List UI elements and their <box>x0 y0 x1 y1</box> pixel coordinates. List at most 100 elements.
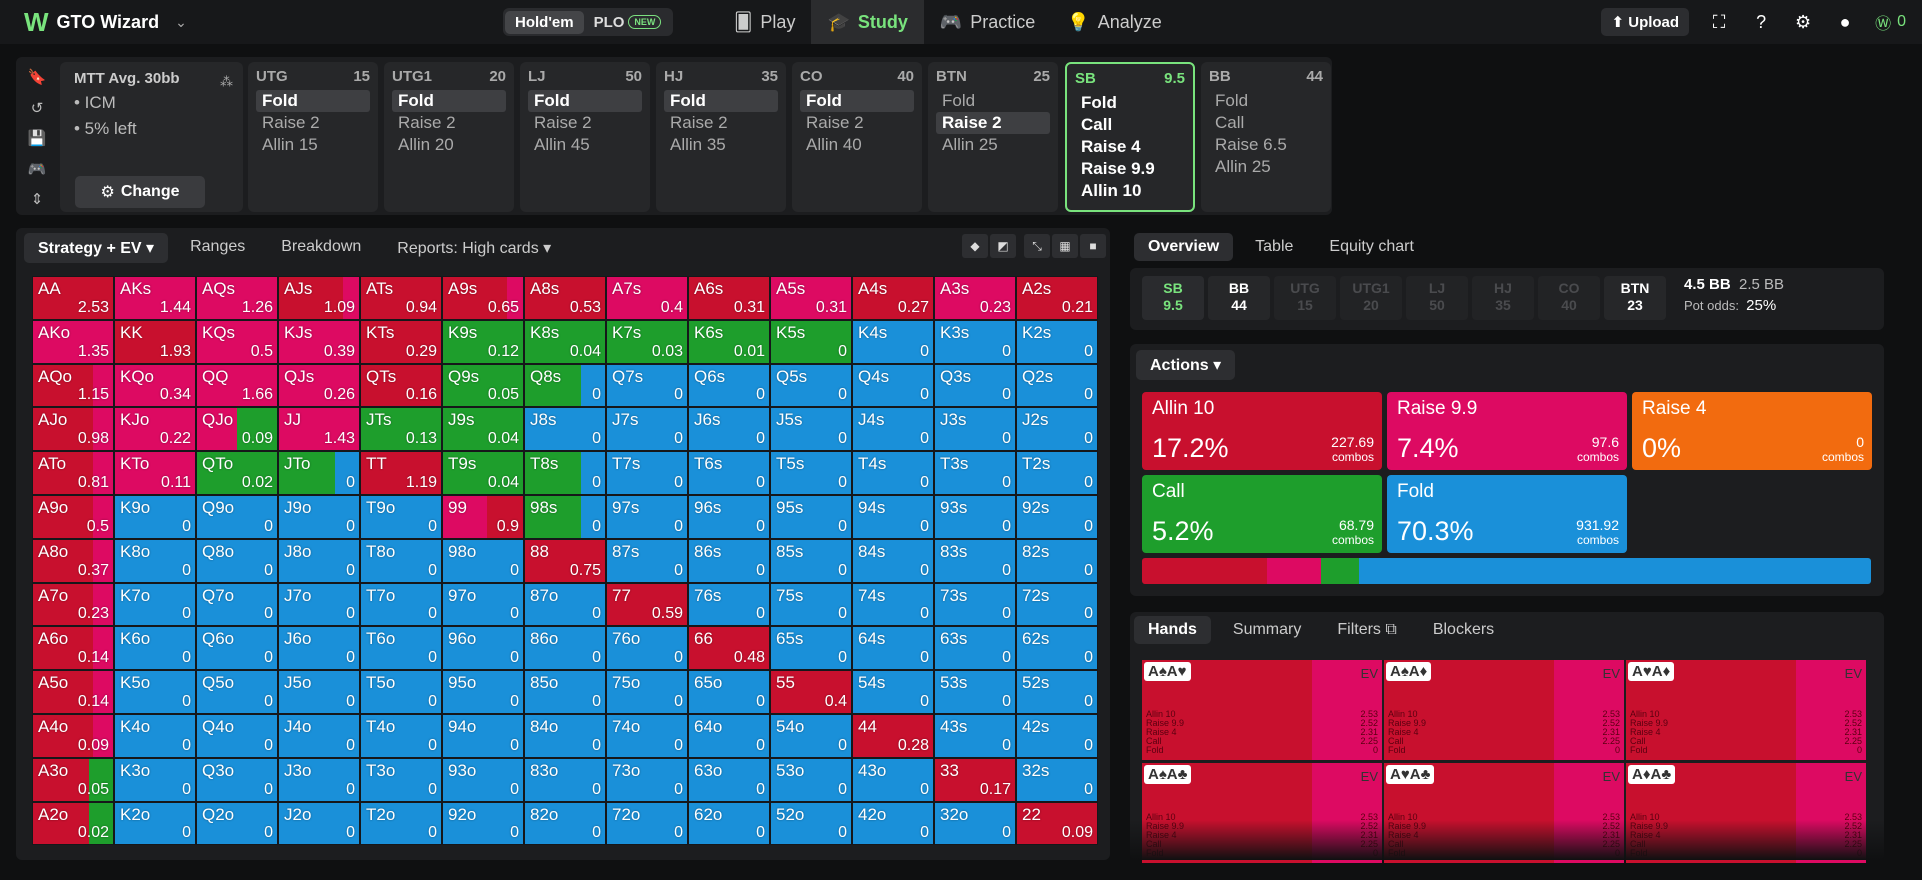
matrix-cell[interactable]: A5o 0.14 <box>32 670 114 714</box>
position-action[interactable]: Raise 2 <box>800 112 914 134</box>
square-icon[interactable]: ■ <box>1080 234 1106 258</box>
matrix-cell[interactable]: K9s 0.12 <box>442 319 524 364</box>
matrix-cell[interactable]: 66 0.48 <box>688 626 770 671</box>
upload-button[interactable]: ⬆ Upload <box>1601 8 1690 36</box>
stack-hj[interactable]: HJ 35 <box>1472 276 1534 320</box>
matrix-cell[interactable]: A7s 0.4 <box>606 276 688 320</box>
matrix-cell[interactable]: T3o 0 <box>360 757 442 802</box>
matrix-cell[interactable]: 65s 0 <box>770 626 852 671</box>
position-action[interactable]: Allin 25 <box>936 134 1050 156</box>
matrix-cell[interactable]: 53s 0 <box>934 670 1016 714</box>
matrix-cell[interactable]: 83s 0 <box>934 538 1016 583</box>
position-action[interactable]: Call <box>1075 114 1185 136</box>
tab-breakdown[interactable]: Breakdown <box>267 233 375 263</box>
matrix-cell[interactable]: ATs 0.94 <box>360 276 442 320</box>
matrix-cell[interactable]: A6o 0.14 <box>32 626 114 671</box>
matrix-cell[interactable]: K6o 0 <box>114 626 196 671</box>
tab-filters[interactable]: Filters ⧉ <box>1323 616 1410 644</box>
matrix-cell[interactable]: J6s 0 <box>688 407 770 452</box>
coin-balance[interactable]: Ⓦ 0 <box>1875 10 1906 34</box>
mode-plo[interactable]: PLO NEW <box>584 11 672 34</box>
matrix-cell[interactable]: AQs 1.26 <box>196 276 278 320</box>
position-action[interactable]: Fold <box>664 90 778 112</box>
matrix-cell[interactable]: K2s 0 <box>1016 319 1098 364</box>
matrix-cell[interactable]: AKs 1.44 <box>114 276 196 320</box>
matrix-cell[interactable]: A2o 0.02 <box>32 801 114 846</box>
matrix-cell[interactable]: AA 2.53 <box>32 276 114 320</box>
matrix-cell[interactable]: KTs 0.29 <box>360 319 442 364</box>
matrix-cell[interactable]: J4s 0 <box>852 407 934 452</box>
tab-blockers[interactable]: Blockers <box>1419 616 1508 644</box>
hand-card[interactable]: A♥A♦ EV Allin 10 Raise 9.9 Raise 4 Call Fold 2.… <box>1626 660 1866 760</box>
position-bb[interactable]: BB 44 Fold Call Raise 6.5 Allin 25 <box>1201 62 1331 212</box>
tab-reports[interactable]: Reports: High cards ▾ <box>383 233 565 263</box>
matrix-cell[interactable]: J5o 0 <box>278 670 360 714</box>
matrix-cell[interactable]: 82s 0 <box>1016 538 1098 583</box>
position-action[interactable]: Allin 20 <box>392 134 506 156</box>
matrix-cell[interactable]: A3o 0.05 <box>32 757 114 802</box>
position-action[interactable]: Allin 25 <box>1209 156 1323 178</box>
matrix-cell[interactable]: A8o 0.37 <box>32 538 114 583</box>
matrix-cell[interactable]: AQo 1.15 <box>32 363 114 408</box>
matrix-cell[interactable]: K9o 0 <box>114 494 196 539</box>
position-action[interactable]: Raise 2 <box>392 112 506 134</box>
app-logo[interactable]: W GTO Wizard ⌄ <box>24 7 187 38</box>
matrix-cell[interactable]: 43o 0 <box>852 757 934 802</box>
matrix-cell[interactable]: 73o 0 <box>606 757 688 802</box>
matrix-cell[interactable]: 64o 0 <box>688 713 770 758</box>
share-icon[interactable]: ⁂ <box>220 74 233 90</box>
matrix-cell[interactable]: K7s 0.03 <box>606 319 688 364</box>
position-action[interactable]: Allin 45 <box>528 134 642 156</box>
matrix-cell[interactable]: J2o 0 <box>278 801 360 846</box>
matrix-cell[interactable]: 44 0.28 <box>852 713 934 758</box>
matrix-cell[interactable]: JTs 0.13 <box>360 407 442 452</box>
stack-sb[interactable]: SB 9.5 <box>1142 276 1204 320</box>
matrix-cell[interactable]: T8s 0 <box>524 451 606 495</box>
matrix-cell[interactable]: A3s 0.23 <box>934 276 1016 320</box>
matrix-cell[interactable]: 63s 0 <box>934 626 1016 671</box>
position-action[interactable]: Fold <box>392 90 506 112</box>
matrix-cell[interactable]: KQs 0.5 <box>196 319 278 364</box>
matrix-cell[interactable]: T2o 0 <box>360 801 442 846</box>
matrix-cell[interactable]: K4s 0 <box>852 319 934 364</box>
matrix-cell[interactable]: Q4o 0 <box>196 713 278 758</box>
matrix-cell[interactable]: T3s 0 <box>934 451 1016 495</box>
tab-equity-chart[interactable]: Equity chart <box>1315 233 1427 261</box>
matrix-cell[interactable]: QTo 0.02 <box>196 451 278 495</box>
matrix-cell[interactable]: 62s 0 <box>1016 626 1098 671</box>
hand-card[interactable]: A♠A♦ EV Allin 10 Raise 9.9 Raise 4 Call Fold 2.… <box>1384 660 1624 760</box>
matrix-cell[interactable]: Q8o 0 <box>196 538 278 583</box>
matrix-cell[interactable]: 76s 0 <box>688 582 770 627</box>
matrix-cell[interactable]: A2s 0.21 <box>1016 276 1098 320</box>
matrix-cell[interactable]: 95o 0 <box>442 670 524 714</box>
matrix-cell[interactable]: 76o 0 <box>606 626 688 671</box>
grid-icon[interactable]: ▦ <box>1052 234 1078 258</box>
matrix-cell[interactable]: Q2s 0 <box>1016 363 1098 408</box>
matrix-cell[interactable]: J5s 0 <box>770 407 852 452</box>
matrix-cell[interactable]: 22 0.09 <box>1016 801 1098 846</box>
matrix-cell[interactable]: 65o 0 <box>688 670 770 714</box>
position-action[interactable]: Raise 9.9 <box>1075 158 1185 180</box>
matrix-cell[interactable]: A5s 0.31 <box>770 276 852 320</box>
matrix-cell[interactable]: 52s 0 <box>1016 670 1098 714</box>
matrix-cell[interactable]: KJo 0.22 <box>114 407 196 452</box>
matrix-cell[interactable]: Q7s 0 <box>606 363 688 408</box>
chevron-down-icon[interactable]: ⌄ <box>175 14 187 31</box>
matrix-cell[interactable]: J9o 0 <box>278 494 360 539</box>
matrix-cell[interactable]: Q5s 0 <box>770 363 852 408</box>
matrix-cell[interactable]: J7s 0 <box>606 407 688 452</box>
matrix-cell[interactable]: J7o 0 <box>278 582 360 627</box>
position-utg[interactable]: UTG 15 Fold Raise 2 Allin 15 <box>248 62 378 212</box>
matrix-cell[interactable]: J3s 0 <box>934 407 1016 452</box>
position-action[interactable]: Fold <box>1209 90 1323 112</box>
nav-play[interactable]: 🂠 Play <box>718 0 811 44</box>
matrix-cell[interactable]: K3s 0 <box>934 319 1016 364</box>
save-icon[interactable]: 💾 <box>28 129 47 147</box>
tab-summary[interactable]: Summary <box>1219 616 1315 644</box>
matrix-cell[interactable]: 86o 0 <box>524 626 606 671</box>
matrix-cell[interactable]: 77 0.59 <box>606 582 688 627</box>
matrix-cell[interactable]: 63o 0 <box>688 757 770 802</box>
bookmark-icon[interactable]: 🔖 <box>28 68 47 86</box>
action-card-fold[interactable]: Fold 70.3% 931.92 combos <box>1387 475 1627 553</box>
matrix-cell[interactable]: 73s 0 <box>934 582 1016 627</box>
